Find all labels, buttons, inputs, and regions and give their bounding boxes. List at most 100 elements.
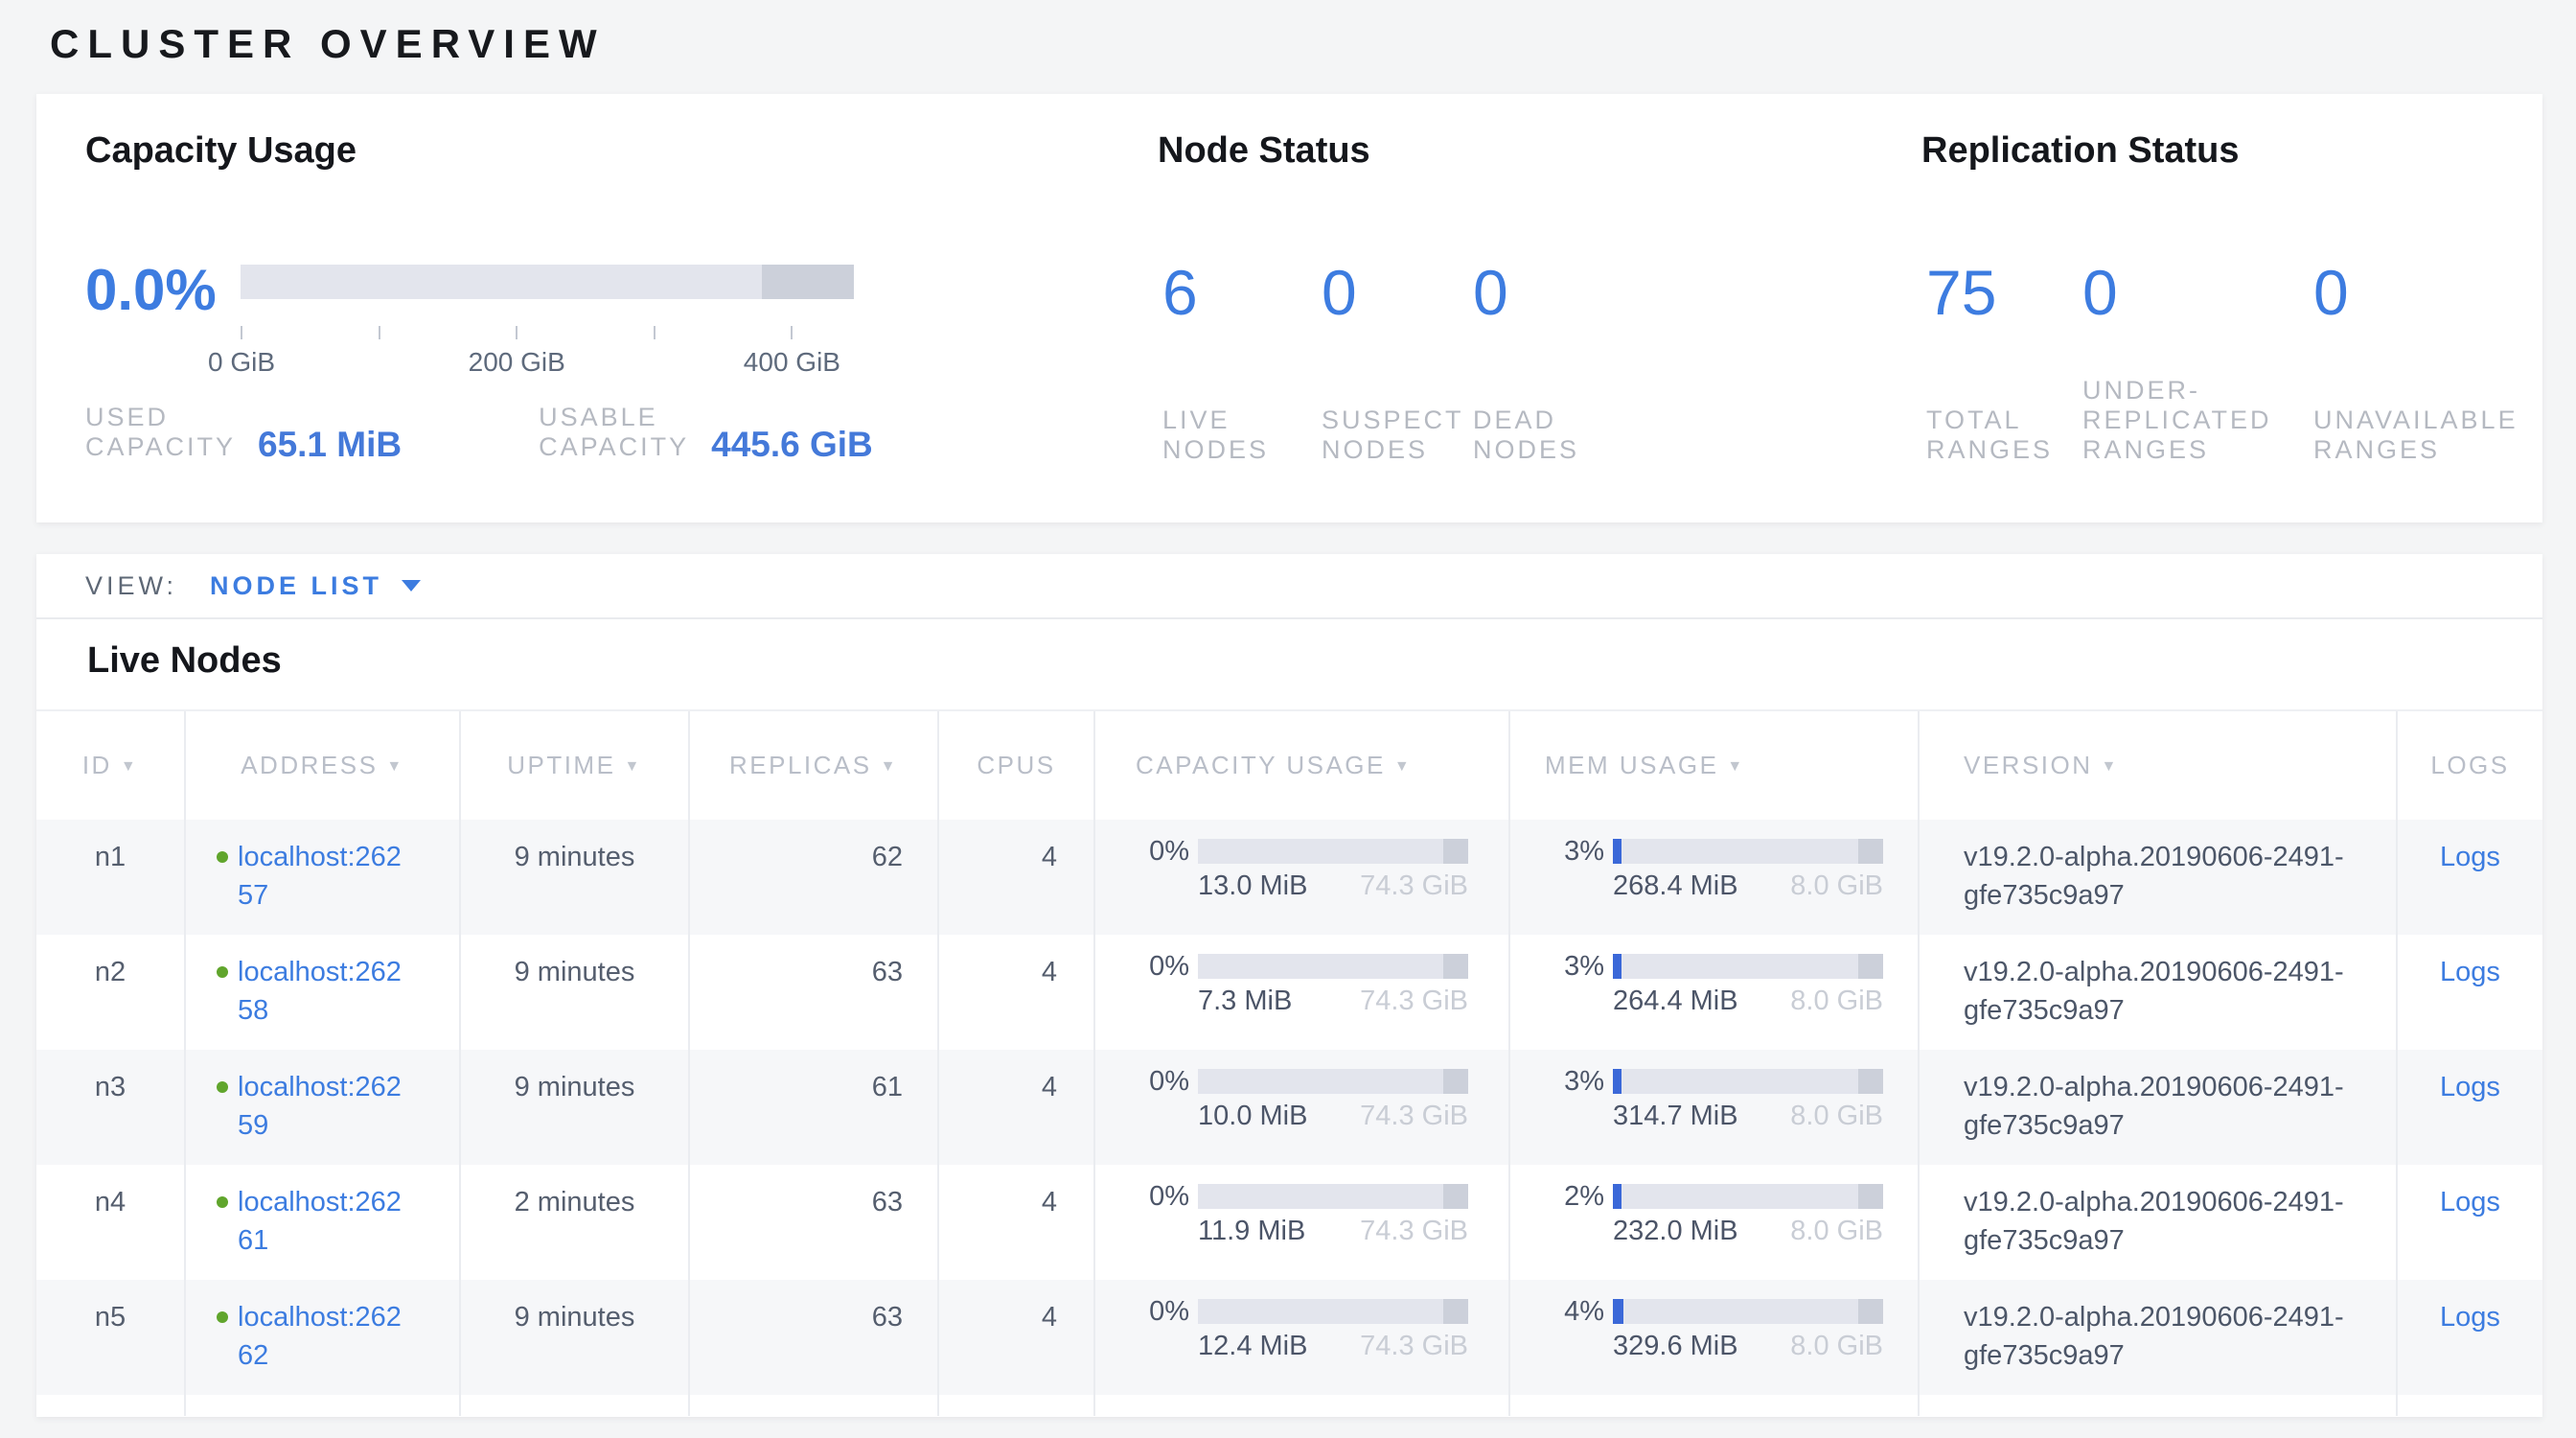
memory-usage-values: 264.4 MiB8.0 GiB <box>1613 986 1883 1015</box>
capacity-usage-reserved <box>1443 1299 1468 1324</box>
memory-total-value: 8.0 GiB <box>1790 1332 1883 1360</box>
summary-stat-value: 0 <box>1473 260 1655 325</box>
node-id-cell: n2 <box>36 935 186 1050</box>
capacity-usage-bar <box>1198 839 1468 864</box>
capacity-usage-meter: 0% <box>1132 1069 1508 1094</box>
node-id-cell: n1 <box>36 820 186 935</box>
empty-cell <box>1510 1395 1920 1416</box>
column-header-cpus[interactable]: CPUS <box>939 711 1095 820</box>
live-nodes-title: Live Nodes <box>87 640 282 682</box>
capacity-usage-values: 7.3 MiB74.3 GiB <box>1198 986 1468 1015</box>
capacity-used-value: 10.0 MiB <box>1198 1102 1307 1130</box>
logs-link[interactable]: Logs <box>2440 1187 2500 1218</box>
column-header-replicas[interactable]: REPLICAS▼ <box>690 711 939 820</box>
sort-arrow-icon: ▼ <box>1394 758 1412 775</box>
logs-link[interactable]: Logs <box>2440 1072 2500 1102</box>
capacity-usage-bar <box>1198 1299 1468 1324</box>
table-row-partial <box>36 1395 2542 1416</box>
column-header-logs[interactable]: LOGS <box>2398 711 2542 820</box>
memory-usage-cell: 2% 232.0 MiB8.0 GiB <box>1510 1165 1920 1280</box>
uptime-cell: 9 minutes <box>461 935 690 1050</box>
memory-usage-meter: 2% <box>1547 1184 1918 1209</box>
node-address-link[interactable]: localhost:26257 <box>238 838 416 915</box>
memory-usage-fill <box>1613 954 1622 979</box>
memory-usage-reserved <box>1858 954 1883 979</box>
axis-tick <box>654 326 656 339</box>
memory-usage-percent: 3% <box>1547 1069 1604 1094</box>
node-address-link[interactable]: localhost:26259 <box>238 1068 416 1145</box>
capacity-usage-bar <box>1198 1069 1468 1094</box>
memory-usage-values: 314.7 MiB 8.0 GiB <box>1613 1102 1883 1130</box>
memory-used-value: 329.6 MiB <box>1613 1332 1738 1360</box>
logs-link[interactable]: Logs <box>2440 1302 2500 1333</box>
cpus-cell: 4 <box>939 1050 1095 1165</box>
cpus-cell: 4 <box>939 1165 1095 1280</box>
uptime-cell: 9 minutes <box>461 1280 690 1395</box>
summary-stat: 0 SUSPECT NODES <box>1322 260 1473 465</box>
view-dropdown[interactable]: NODE LIST <box>210 571 421 601</box>
memory-total-value: 8.0 GiB <box>1790 1102 1883 1130</box>
memory-used-value: 264.4 MiB <box>1613 986 1738 1015</box>
node-address-link[interactable]: localhost:26258 <box>238 953 416 1030</box>
summary-stat-label: UNAVAILABLE RANGES <box>2313 406 2536 465</box>
cpus-cell: 4 <box>939 935 1095 1050</box>
page-title: CLUSTER OVERVIEW <box>50 21 606 67</box>
replicas-cell: 63 <box>690 1165 939 1280</box>
column-header-uptime[interactable]: UPTIME▼ <box>461 711 690 820</box>
memory-usage-meter: 3% <box>1547 954 1918 979</box>
summary-stat-value: 0 <box>1322 260 1473 325</box>
node-list-card: VIEW: NODE LIST Live Nodes ID▼ADDRESS▼UP… <box>36 554 2542 1417</box>
summary-stat: 0UNDER-REPLICATED RANGES <box>2082 260 2313 465</box>
chevron-down-icon <box>402 580 421 591</box>
column-header-capacity-usage[interactable]: CAPACITY USAGE▼ <box>1095 711 1510 820</box>
summary-stat-label: SUSPECT NODES <box>1322 406 1467 465</box>
sort-arrow-icon: ▼ <box>121 758 138 775</box>
uptime-cell: 9 minutes <box>461 820 690 935</box>
logs-link[interactable]: Logs <box>2440 957 2500 987</box>
logs-link[interactable]: Logs <box>2440 842 2500 872</box>
capacity-usage-percent: 0% <box>1132 1184 1189 1209</box>
node-address-link[interactable]: localhost:26262 <box>238 1298 416 1375</box>
view-dropdown-value: NODE LIST <box>210 571 382 601</box>
memory-usage-reserved <box>1858 1069 1883 1094</box>
capacity-usage-meter: 0% <box>1132 1184 1508 1209</box>
axis-tick-label: 0 GiB <box>208 347 275 378</box>
replicas-cell: 63 <box>690 1280 939 1395</box>
cpus-cell: 4 <box>939 820 1095 935</box>
memory-usage-bar <box>1613 1069 1883 1094</box>
capacity-usage-bar <box>1198 1184 1468 1209</box>
memory-usage-fill <box>1613 839 1622 864</box>
node-address-link[interactable]: localhost:26261 <box>238 1183 416 1260</box>
memory-usage-values: 232.0 MiB8.0 GiB <box>1613 1217 1883 1245</box>
capacity-usage-reserved <box>1443 839 1468 864</box>
logs-cell: Logs <box>2398 1280 2542 1395</box>
capacity-stat-value: 65.1 MiB <box>258 425 402 465</box>
summary-stat-value: 75 <box>1926 260 2082 325</box>
logs-cell: Logs <box>2398 1165 2542 1280</box>
capacity-total-value: 74.3 GiB <box>1360 1217 1468 1245</box>
capacity-usage-values: 13.0 MiB74.3 GiB <box>1198 871 1468 900</box>
column-header-address[interactable]: ADDRESS▼ <box>186 711 461 820</box>
version-text: v19.2.0-alpha.20190606-2491-gfe735c9a97 <box>1964 953 2355 1030</box>
node-address-cell: localhost:26259 <box>186 1050 461 1165</box>
empty-cell <box>461 1395 690 1416</box>
column-header-id[interactable]: ID▼ <box>36 711 186 820</box>
node-status-stats: 6LIVE NODES0SUSPECT NODES0DEAD NODES <box>1162 260 1655 465</box>
axis-tick-label: 200 GiB <box>469 347 565 378</box>
view-label: VIEW: <box>85 571 177 601</box>
live-status-dot <box>217 1311 228 1323</box>
table-header-row: ID▼ADDRESS▼UPTIME▼REPLICAS▼CPUSCAPACITY … <box>36 709 2542 820</box>
memory-used-value: 314.7 MiB <box>1613 1102 1738 1130</box>
capacity-usage-cell: 0%12.4 MiB74.3 GiB <box>1095 1280 1510 1395</box>
summary-stat-label: DEAD NODES <box>1473 406 1617 465</box>
logs-cell: Logs <box>2398 1050 2542 1165</box>
column-header-mem-usage[interactable]: MEM USAGE▼ <box>1510 711 1920 820</box>
memory-usage-fill <box>1613 1184 1622 1209</box>
node-id-cell: n4 <box>36 1165 186 1280</box>
memory-usage-bar <box>1613 839 1883 864</box>
empty-cell <box>690 1395 939 1416</box>
memory-usage-percent: 3% <box>1547 954 1604 979</box>
summary-stat-value: 0 <box>2082 260 2313 325</box>
column-header-version[interactable]: VERSION▼ <box>1920 711 2398 820</box>
cpus-cell: 4 <box>939 1280 1095 1395</box>
